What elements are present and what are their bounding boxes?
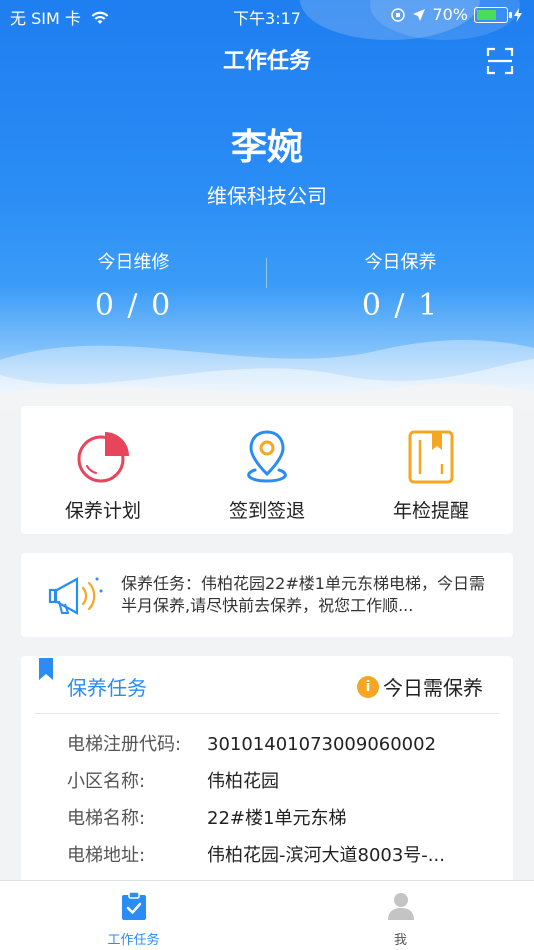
row-value: 伟柏花园 <box>207 771 279 792</box>
location-arrow-icon <box>413 8 426 21</box>
divider <box>35 713 499 714</box>
notebook-icon <box>408 430 454 484</box>
quick-action-label: 年检提醒 <box>392 500 469 522</box>
row-key: 小区名称: <box>67 771 146 792</box>
row-key: 电梯地址: <box>67 845 146 866</box>
pie-chart-icon <box>77 432 129 483</box>
megaphone-icon <box>48 577 103 615</box>
annual-inspection-button[interactable]: 年检提醒 <box>349 406 513 534</box>
status-right: 70% <box>390 5 522 24</box>
row-key: 电梯名称: <box>67 808 146 829</box>
notice-card[interactable]: 保养任务：伟柏花园22#楼1单元东梯电梯，今日需半月保养,请尽快前去保养，祝您工… <box>21 553 513 637</box>
repair-value: 0 / 0 <box>94 288 173 323</box>
person-icon <box>387 893 414 920</box>
status-bar: 无 SIM 卡 下午3:17 70% <box>0 0 534 30</box>
app-screen: 无 SIM 卡 下午3:17 70% 工作任务 李婉 维保科技公司 今日维修 0… <box>0 0 534 950</box>
quick-actions-card: 保养计划 签到签退 年检提醒 <box>21 406 513 534</box>
row-key: 电梯注册代码: <box>67 734 182 755</box>
notice-text: 保养任务：伟柏花园22#楼1单元东梯电梯，今日需半月保养,请尽快前去保养，祝您工… <box>121 574 485 615</box>
task-row-registration: 电梯注册代码: 30101401073009060002 <box>67 730 436 756</box>
bookmark-icon <box>39 658 53 680</box>
battery-percent: 70% <box>432 5 468 24</box>
tab-label: 我 <box>393 933 407 948</box>
company-name: 维保科技公司 <box>207 184 327 208</box>
maintenance-plan-button[interactable]: 保养计划 <box>21 406 185 534</box>
row-value: 伟柏花园-滨河大道8003号-... <box>207 845 445 866</box>
check-in-out-button[interactable]: 签到签退 <box>185 406 349 534</box>
task-status: i 今日需保养 <box>357 672 483 701</box>
task-status-text: 今日需保养 <box>383 676 483 700</box>
task-title: 保养任务 <box>67 676 147 700</box>
clipboard-check-icon <box>121 891 146 920</box>
tab-bar: 工作任务 我 <box>0 880 534 950</box>
page-title: 工作任务 <box>222 49 311 74</box>
repair-stat[interactable]: 今日维修 0 / 0 <box>0 248 267 323</box>
quick-action-label: 签到签退 <box>228 500 305 522</box>
charging-icon <box>514 7 522 22</box>
task-row-elevator-name: 电梯名称: 22#楼1单元东梯 <box>67 804 346 830</box>
row-value: 22#楼1单元东梯 <box>207 808 347 829</box>
quick-action-label: 保养计划 <box>64 500 141 522</box>
repair-label: 今日维修 <box>97 252 170 273</box>
scan-icon[interactable] <box>484 45 516 77</box>
tab-work-tasks[interactable]: 工作任务 <box>0 881 267 950</box>
maintenance-label: 今日保养 <box>364 252 437 273</box>
maintenance-stat[interactable]: 今日保养 0 / 1 <box>267 248 534 323</box>
user-name: 李婉 <box>230 127 303 168</box>
info-icon: i <box>357 675 379 698</box>
tab-me[interactable]: 我 <box>267 881 534 950</box>
task-row-address: 电梯地址: 伟柏花园-滨河大道8003号-... <box>67 841 445 867</box>
location-pin-icon <box>247 430 287 483</box>
tab-label: 工作任务 <box>107 933 160 948</box>
orientation-lock-icon <box>391 7 406 22</box>
maintenance-value: 0 / 1 <box>361 288 440 323</box>
maintenance-task-card[interactable]: 保养任务 i 今日需保养 电梯注册代码: 30101401073009060002… <box>21 656 513 896</box>
wave-decoration <box>0 383 534 410</box>
battery-icon <box>474 6 512 23</box>
row-value: 30101401073009060002 <box>207 734 437 755</box>
task-row-community: 小区名称: 伟柏花园 <box>67 767 279 793</box>
